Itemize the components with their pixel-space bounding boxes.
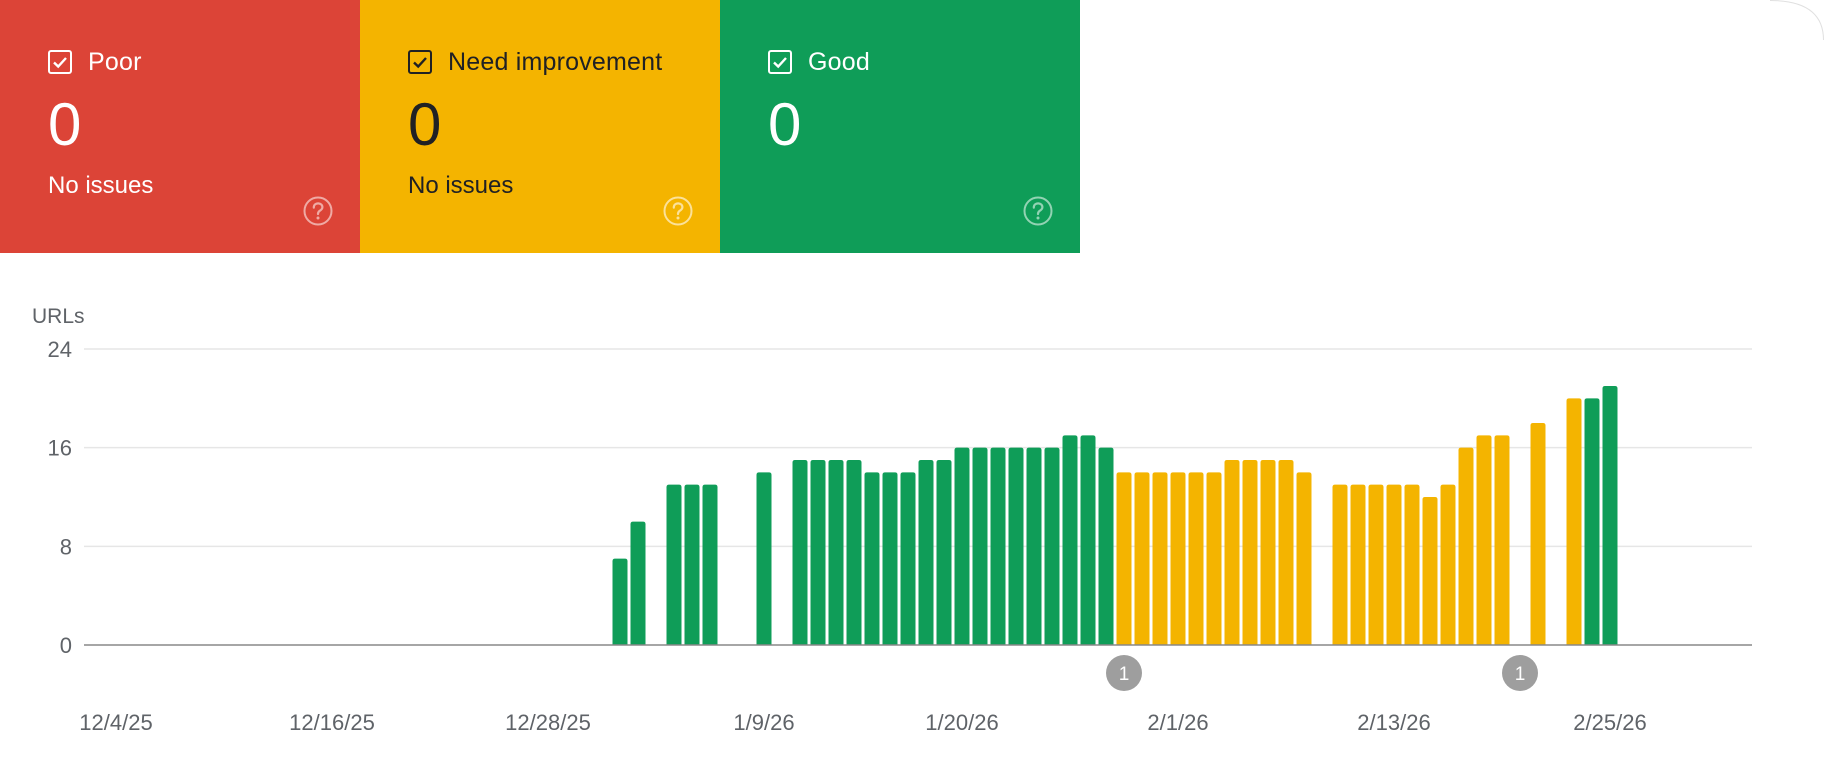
chart-bar <box>1278 460 1294 645</box>
chart-bar <box>1242 460 1258 645</box>
chart-bar <box>1422 497 1438 645</box>
chart-bar <box>1170 472 1186 645</box>
checkbox-checked-icon[interactable] <box>408 50 432 74</box>
x-tick-label: 12/28/25 <box>505 710 591 735</box>
chart-bar <box>990 447 1006 645</box>
chart-bar <box>1260 460 1276 645</box>
chart-bar <box>1188 472 1204 645</box>
status-label-good: Good <box>808 47 870 76</box>
chart-bar <box>954 447 970 645</box>
x-tick-label: 12/16/25 <box>289 710 375 735</box>
status-card-header: Poor <box>48 46 360 78</box>
x-tick-label: 1/20/26 <box>925 710 998 735</box>
chart-bar <box>810 460 826 645</box>
status-count-need-improvement: 0 <box>408 91 442 158</box>
x-tick-label: 12/4/25 <box>79 710 152 735</box>
x-tick-label: 2/13/26 <box>1357 710 1430 735</box>
chart-bar <box>1026 447 1042 645</box>
chart-bar <box>666 484 682 645</box>
chart-bar <box>1098 447 1114 645</box>
chart-bar <box>900 472 916 645</box>
y-tick-label: 16 <box>48 436 72 461</box>
chart-bar <box>1206 472 1222 645</box>
chart-bar <box>1152 472 1168 645</box>
chart-bar <box>1566 398 1582 645</box>
status-count-poor: 0 <box>48 91 82 158</box>
checkbox-checked-icon[interactable] <box>768 50 792 74</box>
chart-bar <box>1386 484 1402 645</box>
chart-bar <box>1116 472 1132 645</box>
status-label-need-improvement: Need improvement <box>448 47 663 76</box>
chart-bar <box>972 447 988 645</box>
status-card-poor[interactable]: Poor 0 No issues <box>0 0 360 253</box>
status-card-need-improvement[interactable]: Need improvement 0 No issues <box>360 0 720 253</box>
annotation-label: 1 <box>1119 664 1130 685</box>
core-web-vitals-report: Poor 0 No issues Need improvement 0 No i… <box>0 0 1824 758</box>
help-circle-icon[interactable] <box>1022 195 1054 227</box>
chart-bar <box>1008 447 1024 645</box>
chart-bar <box>1332 484 1348 645</box>
y-tick-label: 24 <box>48 337 72 362</box>
chart-bar <box>1080 435 1096 645</box>
chart-bar <box>1134 472 1150 645</box>
chart-bar <box>828 460 844 645</box>
x-tick-label: 1/9/26 <box>733 710 794 735</box>
status-card-good[interactable]: Good 0 <box>720 0 1080 253</box>
y-tick-label: 8 <box>60 534 72 559</box>
chart-bar <box>702 484 718 645</box>
urls-bar-chart: URLs 0 8 16 24 1 1 12/4/25 12/16/25 12/28/25 1/9/2… <box>32 305 1752 735</box>
annotation-label: 1 <box>1515 664 1526 685</box>
status-cards-row: Poor 0 No issues Need improvement 0 No i… <box>0 0 1080 253</box>
chart-bar <box>612 558 628 645</box>
help-circle-icon[interactable] <box>302 195 334 227</box>
chart-bar <box>1044 447 1060 645</box>
urls-chart: URLs 0 8 16 24 1 1 12/4/25 12/16/25 12/28/25 1/9/2… <box>0 253 1824 758</box>
chart-bar <box>918 460 934 645</box>
chart-bar <box>756 472 772 645</box>
chart-bar <box>792 460 808 645</box>
status-count-good: 0 <box>768 91 802 158</box>
chart-bar <box>864 472 880 645</box>
chart-bar <box>630 521 646 645</box>
y-tick-label: 0 <box>60 633 72 658</box>
chart-bar <box>1062 435 1078 645</box>
x-tick-label: 2/1/26 <box>1147 710 1208 735</box>
status-card-header: Need improvement <box>408 46 720 78</box>
checkbox-checked-icon[interactable] <box>48 50 72 74</box>
chart-bar <box>1458 447 1474 645</box>
help-circle-icon[interactable] <box>662 195 694 227</box>
chart-bar <box>1530 423 1546 645</box>
chart-bar <box>882 472 898 645</box>
chart-bar <box>1476 435 1492 645</box>
chart-bar <box>936 460 952 645</box>
chart-bar <box>1494 435 1510 645</box>
chart-bar <box>1296 472 1312 645</box>
status-label-poor: Poor <box>88 47 142 76</box>
x-tick-label: 2/25/26 <box>1573 710 1646 735</box>
chart-bar <box>1440 484 1456 645</box>
chart-bar <box>1404 484 1420 645</box>
chart-bar <box>1368 484 1384 645</box>
chart-bar <box>1350 484 1366 645</box>
status-card-header: Good <box>768 46 1080 78</box>
chart-bar <box>846 460 862 645</box>
chart-bar <box>1602 386 1618 645</box>
chart-bar <box>684 484 700 645</box>
chart-bar <box>1224 460 1240 645</box>
chart-bar <box>1584 398 1600 645</box>
y-axis-title: URLs <box>32 305 85 328</box>
